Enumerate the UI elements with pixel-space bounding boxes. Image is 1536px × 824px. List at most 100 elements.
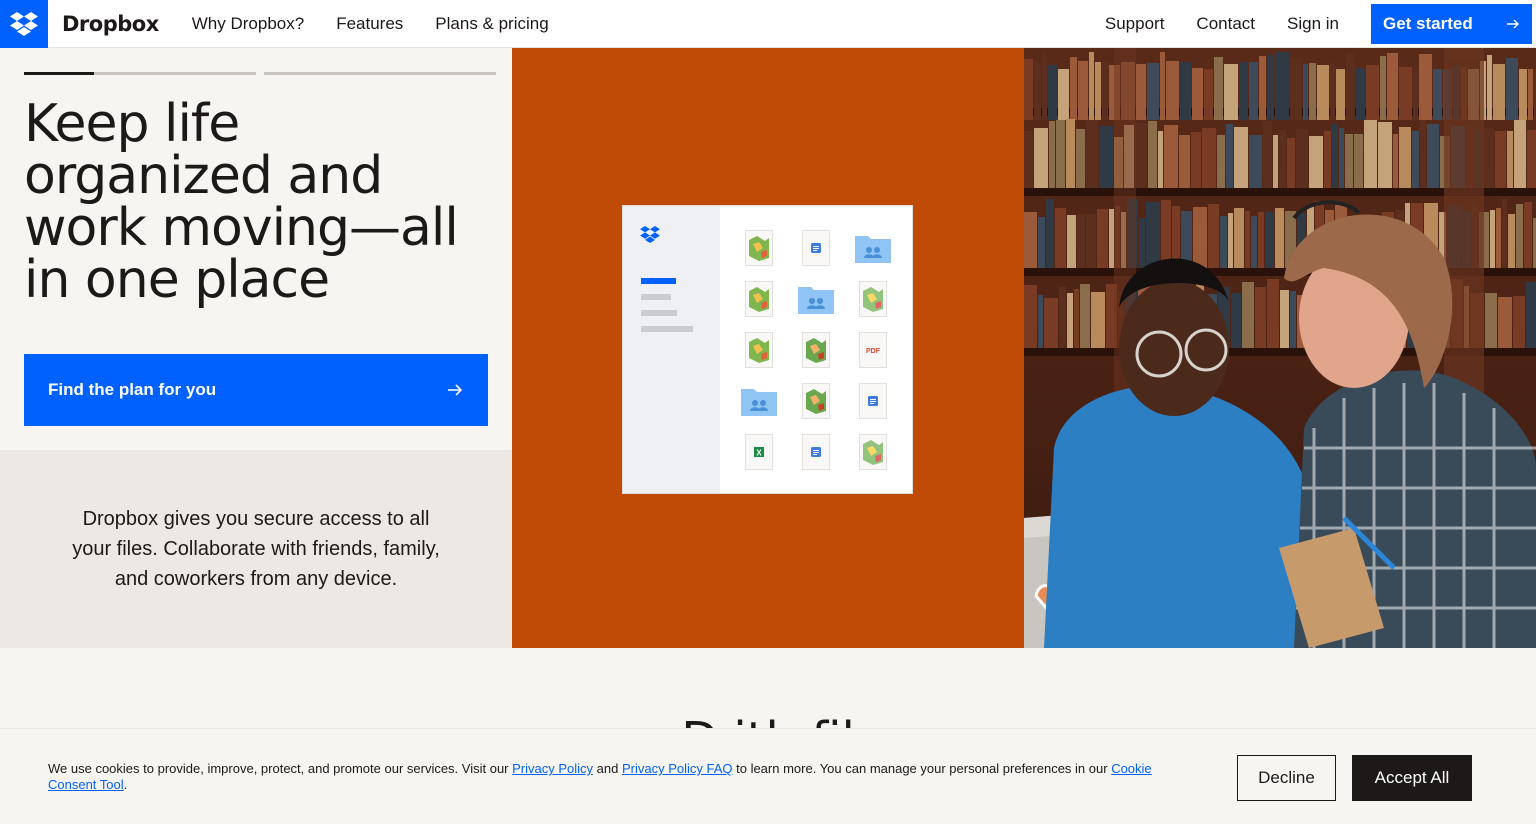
book-spine <box>1490 210 1495 268</box>
book-spine <box>1528 69 1533 120</box>
book-spine <box>1095 62 1101 120</box>
shared-folder-icon <box>855 235 892 263</box>
book-spine <box>1336 69 1345 120</box>
book-spine <box>1024 212 1037 268</box>
book-spine <box>1038 217 1045 268</box>
book-spine <box>1280 290 1289 348</box>
map-file-icon <box>744 229 773 266</box>
book-spine <box>1354 134 1363 188</box>
book-spine <box>1024 285 1037 348</box>
cookie-text: We use cookies to provide, improve, prot… <box>48 761 513 776</box>
slide-progress-bar[interactable] <box>24 72 256 75</box>
book-spine <box>1255 287 1266 348</box>
book-spine <box>1078 61 1088 120</box>
book-spine <box>1275 208 1284 268</box>
shared-folder-icon <box>740 388 777 416</box>
book-spine <box>1495 131 1506 188</box>
dropbox-logo-icon[interactable] <box>0 0 48 48</box>
book-spine <box>1074 289 1079 348</box>
hero-text-panel: Keep life organized and work moving—all … <box>0 48 512 450</box>
book-spine <box>1228 213 1233 268</box>
privacy-faq-link[interactable]: Privacy Policy FAQ <box>622 761 733 776</box>
book-spine <box>1516 204 1523 268</box>
book-spine <box>1309 63 1316 120</box>
nav-link-sign-in[interactable]: Sign in <box>1287 14 1339 34</box>
book-spine <box>1324 131 1331 188</box>
nav-link-support[interactable]: Support <box>1105 14 1165 34</box>
nav-link-why-dropbox[interactable]: Why Dropbox? <box>192 14 304 34</box>
decline-cookies-button[interactable]: Decline <box>1237 755 1336 801</box>
book-spine <box>1076 129 1085 188</box>
book-spine <box>1024 131 1033 188</box>
doc-file-icon <box>859 382 888 419</box>
book-spine <box>1191 132 1201 188</box>
book-spine <box>1514 120 1526 188</box>
book-spine <box>1526 282 1536 348</box>
nav-link-contact[interactable]: Contact <box>1196 14 1255 34</box>
book-spine <box>1356 68 1365 120</box>
book-spine <box>1070 57 1077 120</box>
hero-illustration-panel: PDF X <box>512 48 1024 648</box>
find-plan-button[interactable]: Find the plan for you <box>24 354 488 426</box>
dropbox-logo-icon <box>640 226 660 243</box>
book-spine <box>1097 209 1108 268</box>
book-spine <box>1136 64 1146 120</box>
book-spine <box>1231 293 1241 348</box>
book-spine <box>1089 52 1094 120</box>
book-spine <box>1290 291 1296 348</box>
book-spine <box>1493 64 1505 120</box>
book-spine <box>1508 214 1515 268</box>
book-spine <box>1485 293 1497 348</box>
map-file-icon <box>744 280 773 317</box>
spreadsheet-file-icon: X <box>744 433 773 470</box>
brand-wordmark[interactable]: Dropbox <box>62 12 159 36</box>
book-spine <box>1220 216 1227 268</box>
book-spine <box>1259 56 1266 120</box>
book-spine <box>1412 131 1419 188</box>
book-spine <box>1265 212 1274 268</box>
map-file-icon <box>859 433 888 470</box>
shared-folder-icon <box>797 284 834 314</box>
book-spine <box>1296 129 1308 188</box>
book-spine <box>1387 53 1398 120</box>
book-spine <box>1317 65 1329 120</box>
book-spine <box>1524 202 1532 268</box>
book-spine <box>1279 130 1286 188</box>
privacy-policy-link[interactable]: Privacy Policy <box>512 761 593 776</box>
book-spine <box>1527 130 1536 188</box>
book-spine <box>1109 209 1114 268</box>
book-spine <box>1364 120 1377 188</box>
book-spine <box>1147 63 1159 120</box>
cookie-text: to learn more. You can manage your perso… <box>732 761 1112 776</box>
book-spine <box>1139 218 1145 268</box>
book-spine <box>1258 212 1264 268</box>
book-spine <box>1399 127 1411 188</box>
book-spine <box>1049 121 1055 188</box>
doc-file-icon <box>801 229 830 266</box>
arrow-right-icon <box>1507 18 1520 29</box>
mockup-file-grid: PDF X <box>720 206 912 493</box>
top-navbar: Dropbox Why Dropbox? Features Plans & pr… <box>0 0 1536 48</box>
nav-link-plans-pricing[interactable]: Plans & pricing <box>435 14 548 34</box>
book-spine <box>1249 135 1262 188</box>
book-spine <box>1506 58 1518 120</box>
spreadsheet-file-icon: X <box>744 433 773 470</box>
cookie-text: and <box>593 761 622 776</box>
hero-description-panel: Dropbox gives you secure access to all y… <box>0 450 512 648</box>
book-spine <box>1487 55 1492 120</box>
book-spine <box>1345 134 1353 188</box>
get-started-button[interactable]: Get started <box>1371 3 1532 44</box>
nav-link-features[interactable]: Features <box>336 14 403 34</box>
doc-file-icon <box>801 229 830 266</box>
book-spine <box>1502 199 1507 268</box>
slide-progress-bar[interactable] <box>264 72 496 75</box>
map-file-icon <box>859 280 888 317</box>
people-at-laptop-photo <box>1024 48 1536 648</box>
book-spine <box>1166 61 1179 120</box>
book-spine <box>1224 64 1238 120</box>
book-spine <box>1378 122 1392 188</box>
book-spine <box>1380 56 1386 120</box>
hero-headline: Keep life organized and work moving—all … <box>24 94 459 310</box>
book-spine <box>1507 131 1513 188</box>
accept-all-cookies-button[interactable]: Accept All <box>1352 755 1472 801</box>
